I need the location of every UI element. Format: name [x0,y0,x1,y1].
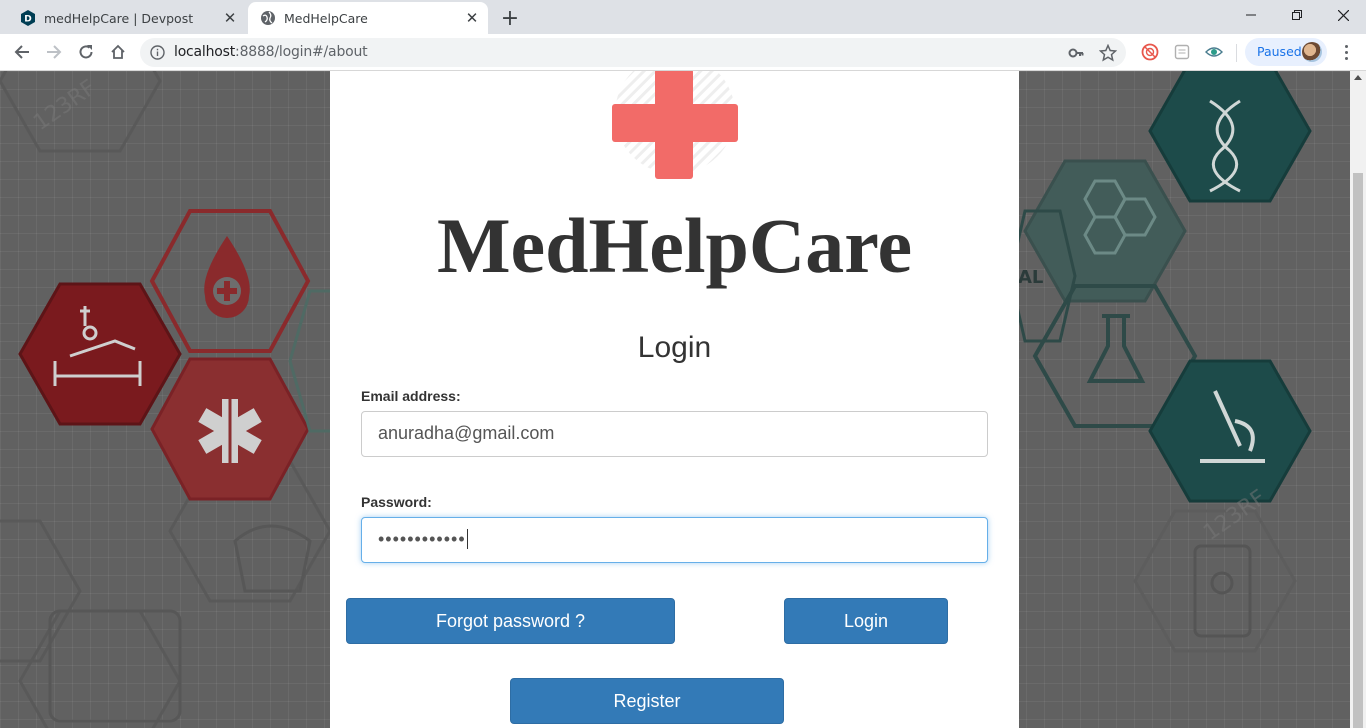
url-path: :8888/login#/about [235,44,368,60]
scroll-up-arrow-icon[interactable] [1354,75,1362,80]
medical-cross-logo [612,71,738,179]
profile-status: Paused [1257,44,1302,59]
restore-icon [1292,10,1302,20]
avatar [1302,42,1322,62]
email-label: Email address: [361,388,461,404]
forward-arrow-icon [47,45,62,59]
address-bar[interactable]: localhost:8888/login#/about [140,38,1126,67]
forward-button[interactable] [39,37,69,67]
url-text[interactable]: localhost:8888/login#/about [174,44,368,60]
bookmark-star-icon[interactable] [1099,44,1117,62]
password-field[interactable]: •••••••••••• [361,517,988,563]
profile-button[interactable]: Paused [1245,38,1327,66]
info-icon[interactable] [150,45,165,60]
close-tab-icon[interactable]: ✕ [462,8,482,28]
background-text-fragment: AL [1018,267,1043,288]
tab-devpost[interactable]: D medHelpCare | Devpost ✕ [8,2,246,34]
minimize-button[interactable] [1228,0,1274,30]
extension-page-icon[interactable] [1173,43,1191,61]
close-window-button[interactable] [1320,0,1366,30]
minimize-icon [1246,14,1256,16]
restore-button[interactable] [1274,0,1320,30]
tab-medhelpcare[interactable]: MedHelpCare ✕ [248,2,488,34]
home-icon [111,44,125,59]
globe-icon [261,11,275,25]
text-caret [466,529,468,549]
login-heading: Login [637,331,712,364]
password-label: Password: [361,494,432,510]
devpost-icon: D [21,10,35,26]
tab-title: medHelpCare | Devpost [44,10,194,26]
extension-blocker-icon[interactable] [1141,43,1159,61]
close-tab-icon[interactable]: ✕ [220,8,240,28]
tab-strip: D medHelpCare | Devpost ✕ MedHelpCare ✕ … [0,0,1366,34]
url-host: localhost [174,44,236,60]
back-arrow-icon [14,45,29,59]
close-icon [1337,9,1349,21]
extension-eye-icon[interactable] [1205,43,1223,61]
key-icon[interactable] [1068,45,1084,61]
login-card: MedHelpCare Login Email address: anuradh… [330,71,1019,728]
svg-text:D: D [24,15,31,25]
browser-menu-button[interactable] [1336,42,1356,62]
forgot-password-button[interactable]: Forgot password ? [346,598,675,644]
login-button[interactable]: Login [784,598,948,644]
tab-title: MedHelpCare [284,10,368,26]
browser-toolbar: localhost:8888/login#/about Paused [0,34,1366,71]
brand-title: MedHelpCare [436,202,913,289]
reload-button[interactable] [71,37,101,67]
svg-text:123RF: 123RF [29,75,101,136]
scrollbar-thumb[interactable] [1353,173,1363,728]
back-button[interactable] [7,37,37,67]
home-button[interactable] [103,37,133,67]
page-scrollbar[interactable] [1350,71,1366,728]
reload-icon [79,45,93,59]
page-viewport: AL 123RF 123RF MedHelpCare Login Email a… [0,71,1350,728]
register-button[interactable]: Register [510,678,784,724]
email-field[interactable]: anuradha@gmail.com [361,411,988,457]
toolbar-divider [1236,44,1237,62]
new-tab-button[interactable]: + [498,6,522,31]
password-masked-value: •••••••••••• [378,529,466,549]
